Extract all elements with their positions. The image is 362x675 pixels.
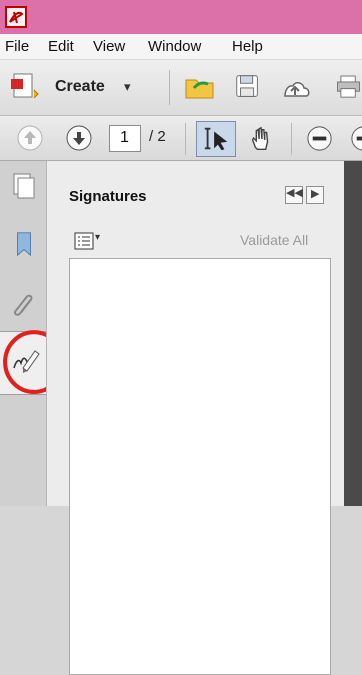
page-thumbnails-icon[interactable] xyxy=(8,171,38,201)
print-icon[interactable] xyxy=(335,72,362,102)
create-pdf-icon xyxy=(11,73,39,99)
menu-file[interactable]: File xyxy=(5,38,29,55)
panel-options-button[interactable]: ▶ xyxy=(306,186,324,204)
save-icon[interactable] xyxy=(233,72,263,102)
signatures-list[interactable] xyxy=(69,258,331,675)
signatures-panel-title: Signatures xyxy=(69,188,147,205)
current-page-number: 1 xyxy=(120,129,129,146)
page-total: / 2 xyxy=(149,128,166,145)
attachments-paperclip-icon[interactable] xyxy=(9,291,39,322)
zoom-in-icon[interactable] xyxy=(349,124,362,153)
menu-bar: File Edit View Window Help xyxy=(0,34,362,60)
document-area xyxy=(344,161,362,506)
signatures-panel-header: Signatures ◀◀ ▶ xyxy=(47,161,345,211)
cloud-upload-icon[interactable] xyxy=(279,72,311,104)
validate-all-button[interactable]: Validate All xyxy=(240,232,308,248)
chevron-down-icon: ▾ xyxy=(124,79,131,94)
menu-view[interactable]: View xyxy=(93,38,125,55)
right-arrow-icon: ▶ xyxy=(311,188,320,200)
open-folder-icon[interactable] xyxy=(184,71,216,103)
bookmarks-icon[interactable] xyxy=(10,229,38,259)
hand-tool-icon[interactable] xyxy=(247,125,275,153)
page-number-field[interactable]: 1 xyxy=(109,125,141,152)
create-button[interactable]: Create ▾ xyxy=(11,72,145,100)
next-page-icon[interactable] xyxy=(64,123,94,153)
chevron-down-icon: ▾ xyxy=(95,232,101,243)
signatures-panel: Signatures ◀◀ ▶ ▾ Validate All xyxy=(46,161,345,675)
menu-window[interactable]: Window xyxy=(148,38,201,55)
adobe-acrobat-icon xyxy=(5,6,27,28)
navigation-toolbar: 1 / 2 xyxy=(0,116,362,161)
window-title-bar xyxy=(0,0,362,34)
create-label: Create xyxy=(55,78,105,95)
zoom-out-icon[interactable] xyxy=(305,124,334,153)
collapse-panel-button[interactable]: ◀◀ xyxy=(285,186,303,204)
list-options-icon xyxy=(74,232,94,250)
main-toolbar: Create ▾ xyxy=(0,60,362,116)
signature-options-menu[interactable]: ▾ xyxy=(74,231,106,251)
menu-help[interactable]: Help xyxy=(232,38,263,55)
menu-edit[interactable]: Edit xyxy=(48,38,74,55)
double-left-arrow-icon: ◀◀ xyxy=(286,187,303,199)
navigation-pane-rail xyxy=(0,161,65,506)
text-cursor-icon xyxy=(204,127,228,151)
previous-page-icon[interactable] xyxy=(15,123,45,153)
